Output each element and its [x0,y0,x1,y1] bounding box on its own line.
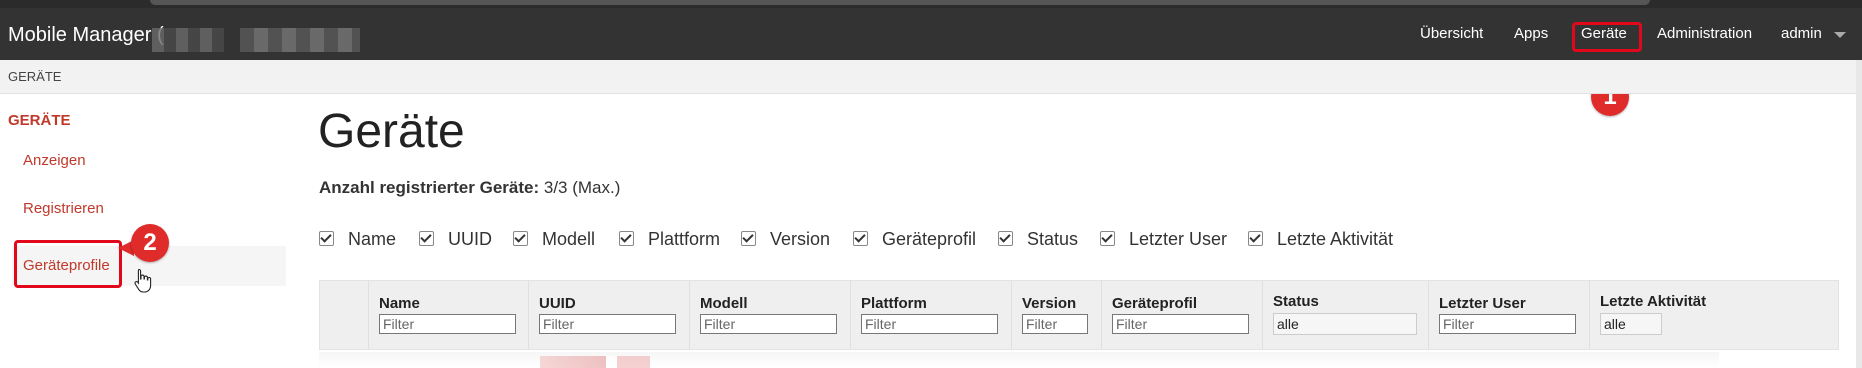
toggle-label: Geräteprofil [882,229,977,249]
toggle-column-version[interactable]: Version [741,229,830,250]
column-label: Letzte Aktivität [1600,293,1707,310]
page-title: Geräte [318,105,465,158]
column-label: Geräteprofil [1112,295,1198,312]
brand-title[interactable]: Mobile Manager ( [8,24,164,47]
toggle-column-geraeteprofil[interactable]: Geräteprofil [853,229,976,250]
page-scrollbar[interactable] [1856,60,1862,368]
column-header-status[interactable]: Status alle [1262,281,1429,349]
column-label: Letzter User [1439,295,1526,312]
column-label: UUID [539,295,576,312]
nav-item-administration[interactable]: Administration [1657,25,1752,42]
nav-item-apps[interactable]: Apps [1514,25,1548,42]
checkbox-checked[interactable] [619,231,634,246]
breadcrumb: GERÄTE [0,60,1862,94]
filter-input-modell[interactable] [700,314,837,334]
column-header-name[interactable]: Name [368,281,529,349]
sidebar-item-anzeigen[interactable]: Anzeigen [23,152,86,169]
devices-table-header: Name UUID Modell Plattform Version Gerät… [319,280,1839,350]
toggle-column-status[interactable]: Status [998,229,1078,250]
redacted-text [152,28,224,52]
toggle-label: Modell [542,229,596,249]
checkbox-checked[interactable] [419,231,434,246]
filter-input-letzter-user[interactable] [1439,314,1576,334]
filter-input-plattform[interactable] [861,314,998,334]
highlight-box-geraeteprofile [14,240,122,288]
filter-input-name[interactable] [379,314,516,334]
device-count-value: 3/3 (Max.) [543,178,621,197]
checkbox-checked[interactable] [741,231,756,246]
column-header-plattform[interactable]: Plattform [850,281,1012,349]
browser-top-strip [0,0,1862,8]
top-navbar: Mobile Manager ( Übersicht Apps Geräte A… [0,8,1862,60]
checkbox-checked[interactable] [1248,231,1263,246]
toggle-column-letzter-user[interactable]: Letzter User [1100,229,1227,250]
column-header-geraeteprofil[interactable]: Geräteprofil [1101,281,1263,349]
highlight-box-geraete [1572,22,1642,52]
filter-input-geraeteprofil[interactable] [1112,314,1249,334]
filter-select-letzte-aktivitaet[interactable]: alle [1600,313,1662,335]
checkbox-checked[interactable] [853,231,868,246]
toggle-column-name[interactable]: Name [319,229,396,250]
table-row-faded [319,352,1719,368]
column-header-modell[interactable]: Modell [689,281,851,349]
column-label: Plattform [861,295,927,312]
column-label: Status [1273,293,1319,310]
toggle-label: Name [348,229,397,249]
hand-cursor-icon [134,268,152,293]
toggle-label: UUID [448,229,492,249]
nav-item-admin-user-menu[interactable]: admin [1781,25,1822,42]
sidebar-title: GERÄTE [8,112,71,129]
toggle-label: Status [1027,229,1079,249]
device-count-label: Anzahl registrierter Geräte: [319,178,540,197]
breadcrumb-current: GERÄTE [8,69,62,84]
toggle-label: Letzte Aktivität [1277,229,1394,249]
filter-input-uuid[interactable] [539,314,676,334]
toggle-column-letzte-aktivitaet[interactable]: Letzte Aktivität [1248,229,1393,250]
filter-input-version[interactable] [1022,314,1088,334]
checkbox-checked[interactable] [319,231,334,246]
filter-select-status[interactable]: alle [1273,313,1417,335]
checkbox-checked[interactable] [998,231,1013,246]
redacted-row-content [540,356,650,368]
checkbox-checked[interactable] [513,231,528,246]
sidebar-item-registrieren[interactable]: Registrieren [23,200,104,217]
toggle-column-uuid[interactable]: UUID [419,229,492,250]
step-badge-2: 2 [131,224,169,262]
column-label: Version [1022,295,1077,312]
toggle-column-plattform[interactable]: Plattform [619,229,720,250]
column-header-letzte-aktivitaet[interactable]: Letzte Aktivität alle [1589,281,1750,349]
toggle-label: Letzter User [1129,229,1228,249]
column-label: Name [379,295,420,312]
toggle-label: Version [770,229,831,249]
checkbox-checked[interactable] [1100,231,1115,246]
column-header-uuid[interactable]: UUID [528,281,690,349]
toggle-label: Plattform [648,229,721,249]
column-header-version[interactable]: Version [1011,281,1102,349]
browser-tab-bar [150,0,1650,5]
nav-item-uebersicht[interactable]: Übersicht [1420,25,1483,42]
column-label: Modell [700,295,748,312]
toggle-column-modell[interactable]: Modell [513,229,595,250]
redacted-text [240,28,360,52]
chevron-down-icon[interactable] [1834,32,1846,38]
column-header-letzter-user[interactable]: Letzter User [1428,281,1590,349]
device-count: Anzahl registrierter Geräte: 3/3 (Max.) [319,178,620,198]
